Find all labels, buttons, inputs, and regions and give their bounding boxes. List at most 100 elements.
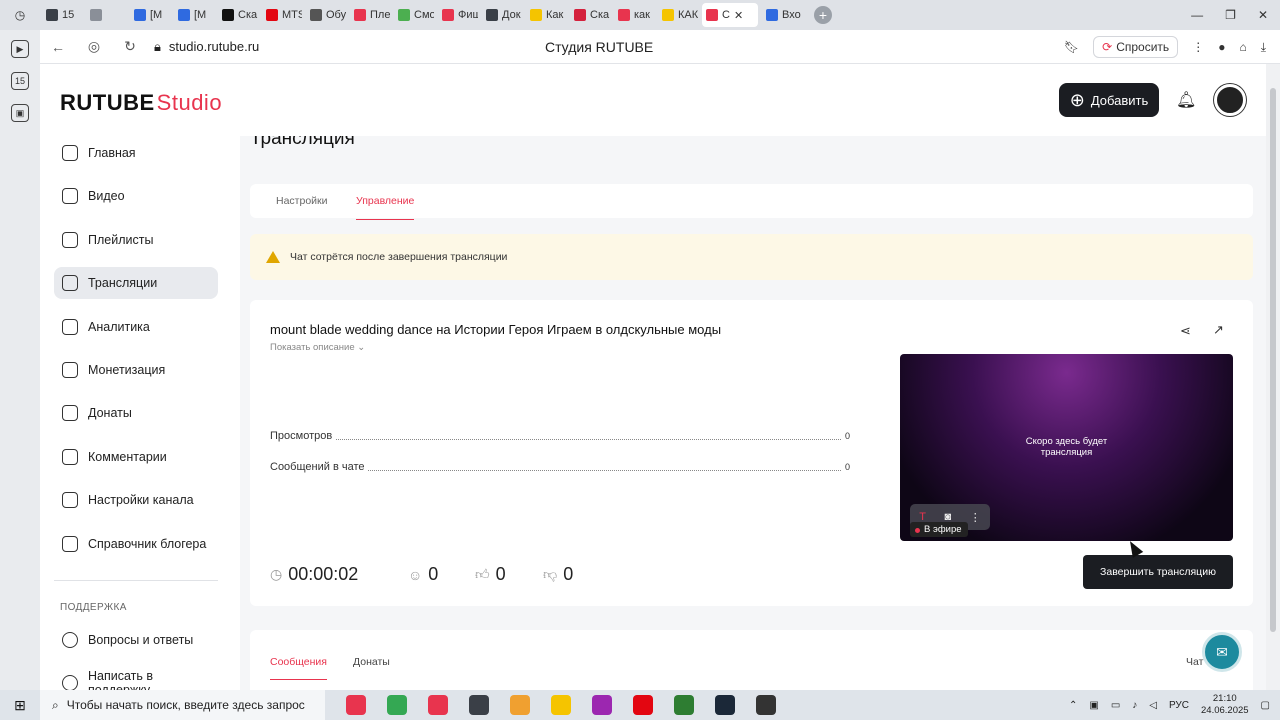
- nav-item[interactable]: Справочник блогера: [54, 528, 218, 560]
- browser-tab[interactable]: MTS: [262, 3, 302, 27]
- maximize-icon[interactable]: ❐: [1225, 8, 1236, 22]
- taskbar-app-icon[interactable]: [346, 695, 366, 715]
- windows-start-icon[interactable]: ⊞: [0, 690, 40, 720]
- help-chat-button[interactable]: ✉: [1202, 632, 1242, 672]
- taskbar-app-icon[interactable]: [715, 695, 735, 715]
- browser-history-icon[interactable]: ◷: [0, 0, 40, 30]
- tab-settings[interactable]: Настройки: [276, 195, 328, 207]
- share-icon[interactable]: ⋖: [1180, 323, 1191, 339]
- sidebar-album-icon[interactable]: ▣: [11, 104, 29, 122]
- mic-icon[interactable]: ♪: [1132, 700, 1137, 711]
- support-item[interactable]: Вопросы и ответы: [54, 624, 218, 656]
- taskbar-clock[interactable]: 21:10 24.06.2025: [1201, 693, 1249, 717]
- browser-tab[interactable]: КАК: [658, 3, 698, 27]
- nav-item[interactable]: Монетизация: [54, 354, 218, 386]
- browser-tab[interactable]: Ска: [218, 3, 258, 27]
- taskbar-search[interactable]: ⌕ Чтобы начать поиск, введите здесь запр…: [40, 690, 325, 720]
- end-stream-button[interactable]: Завершить трансляцию: [1083, 555, 1233, 589]
- browser-tab[interactable]: Ска: [570, 3, 610, 27]
- sidebar-badge-icon[interactable]: 15: [11, 72, 29, 90]
- browser-tab[interactable]: Пле: [350, 3, 390, 27]
- broadcast-icon: [62, 275, 78, 292]
- volume-icon[interactable]: ◁: [1149, 700, 1157, 711]
- close-icon[interactable]: ✕: [1258, 8, 1268, 22]
- taskbar-app-icon[interactable]: [633, 695, 653, 715]
- tab-donations[interactable]: Донаты: [353, 656, 390, 668]
- taskbar-app-icon[interactable]: [551, 695, 571, 715]
- browser-tab[interactable]: как: [614, 3, 654, 27]
- bookmark-icon[interactable]: 🔖︎: [1064, 40, 1079, 54]
- browser-tab[interactable]: [М: [174, 3, 214, 27]
- browser-tab[interactable]: Фиш: [438, 3, 478, 27]
- browser-tab[interactable]: С ✕: [702, 3, 758, 27]
- taskbar-app-icon[interactable]: [756, 695, 776, 715]
- tab-favicon-icon: [530, 9, 542, 21]
- extension-icon[interactable]: ●: [1218, 40, 1225, 54]
- browser-tab[interactable]: 15: [42, 3, 82, 27]
- tab-label: [М: [150, 9, 163, 21]
- shield-icon[interactable]: ◎: [76, 38, 112, 55]
- sidebar-play-icon[interactable]: ▶: [11, 40, 29, 58]
- scroll-thumb[interactable]: [1270, 88, 1276, 632]
- avatar[interactable]: [1214, 84, 1246, 116]
- back-icon[interactable]: ←: [40, 39, 76, 55]
- more-icon[interactable]: ⋮: [1192, 40, 1204, 54]
- shopping-icon[interactable]: ⌂: [1239, 40, 1246, 54]
- thumbs-down-icon: 👎︎: [543, 566, 558, 582]
- taskbar-app-icon[interactable]: [469, 695, 489, 715]
- new-tab-button[interactable]: +: [814, 6, 832, 24]
- chat-settings-label[interactable]: Чат: [1186, 656, 1203, 668]
- close-tab-icon[interactable]: ✕: [734, 9, 743, 22]
- dislikes-value: 0: [563, 564, 574, 584]
- external-link-icon[interactable]: ↗: [1213, 322, 1224, 338]
- bell-icon[interactable]: 🔔︎: [1176, 90, 1196, 110]
- more-vertical-icon[interactable]: ⋮: [970, 511, 981, 524]
- language-indicator[interactable]: РУС: [1169, 700, 1189, 711]
- nav-item[interactable]: Аналитика: [54, 311, 218, 343]
- tray-app-icon[interactable]: ▣: [1089, 700, 1098, 711]
- nav-item[interactable]: Главная: [54, 137, 218, 169]
- browser-tab[interactable]: Вхо: [762, 3, 802, 27]
- taskbar-app-icon[interactable]: [510, 695, 530, 715]
- reload-icon[interactable]: ↻: [112, 38, 148, 55]
- taskbar-app-icon[interactable]: [428, 695, 448, 715]
- page-scrollbar[interactable]: [1266, 64, 1280, 690]
- taskbar: ⊞ ⌕ Чтобы начать поиск, введите здесь за…: [0, 690, 1280, 720]
- nav-item[interactable]: Видео: [54, 180, 218, 212]
- browser-tab[interactable]: [М: [130, 3, 170, 27]
- browser-tab[interactable]: Смо: [394, 3, 434, 27]
- minimize-icon[interactable]: —: [1191, 8, 1203, 22]
- nav-item[interactable]: Комментарии: [54, 441, 218, 473]
- nav-item-label: Монетизация: [88, 363, 166, 377]
- nav-item[interactable]: Настройки канала: [54, 484, 218, 516]
- nav-item[interactable]: Плейлисты: [54, 224, 218, 256]
- rutube-studio-logo[interactable]: RUTUBEStudio: [60, 90, 222, 116]
- taskbar-app-icon[interactable]: [387, 695, 407, 715]
- add-button[interactable]: ⊕ Добавить: [1059, 83, 1159, 117]
- taskbar-app-icon[interactable]: [592, 695, 612, 715]
- nav-item[interactable]: Трансляции: [54, 267, 218, 300]
- dotted-leader: [368, 469, 841, 471]
- url-field[interactable]: 🔒︎ studio.rutube.ru: [154, 39, 259, 55]
- tab-favicon-icon: [442, 9, 454, 21]
- browser-tab[interactable]: Как: [526, 3, 566, 27]
- tab-management[interactable]: Управление: [356, 195, 415, 220]
- ask-button[interactable]: ⟳ Спросить: [1093, 36, 1179, 58]
- download-icon[interactable]: ⤓: [1261, 40, 1266, 55]
- stream-preview[interactable]: Скоро здесь будет трансляция T ◙ ⋮ В эфи…: [900, 354, 1233, 541]
- nav-item[interactable]: Донаты: [54, 397, 218, 429]
- show-description-link[interactable]: Показать описание ⌄: [270, 342, 365, 353]
- browser-tab[interactable]: [86, 3, 126, 27]
- notifications-icon[interactable]: ▢: [1261, 700, 1270, 711]
- taskbar-app-icon[interactable]: [674, 695, 694, 715]
- network-icon[interactable]: ▭: [1111, 700, 1120, 711]
- tray-chevron-icon[interactable]: ⌃: [1069, 700, 1077, 711]
- browser-tab[interactable]: Док: [482, 3, 522, 27]
- support-title: ПОДДЕРЖКА: [60, 602, 127, 613]
- monetization-icon: [62, 362, 78, 378]
- preview-text-line2: трансляция: [1040, 447, 1093, 458]
- tab-messages[interactable]: Сообщения: [270, 656, 327, 680]
- settings-icon: [62, 492, 78, 509]
- tab-label: Вхо: [782, 9, 801, 21]
- browser-tab[interactable]: Обу: [306, 3, 346, 27]
